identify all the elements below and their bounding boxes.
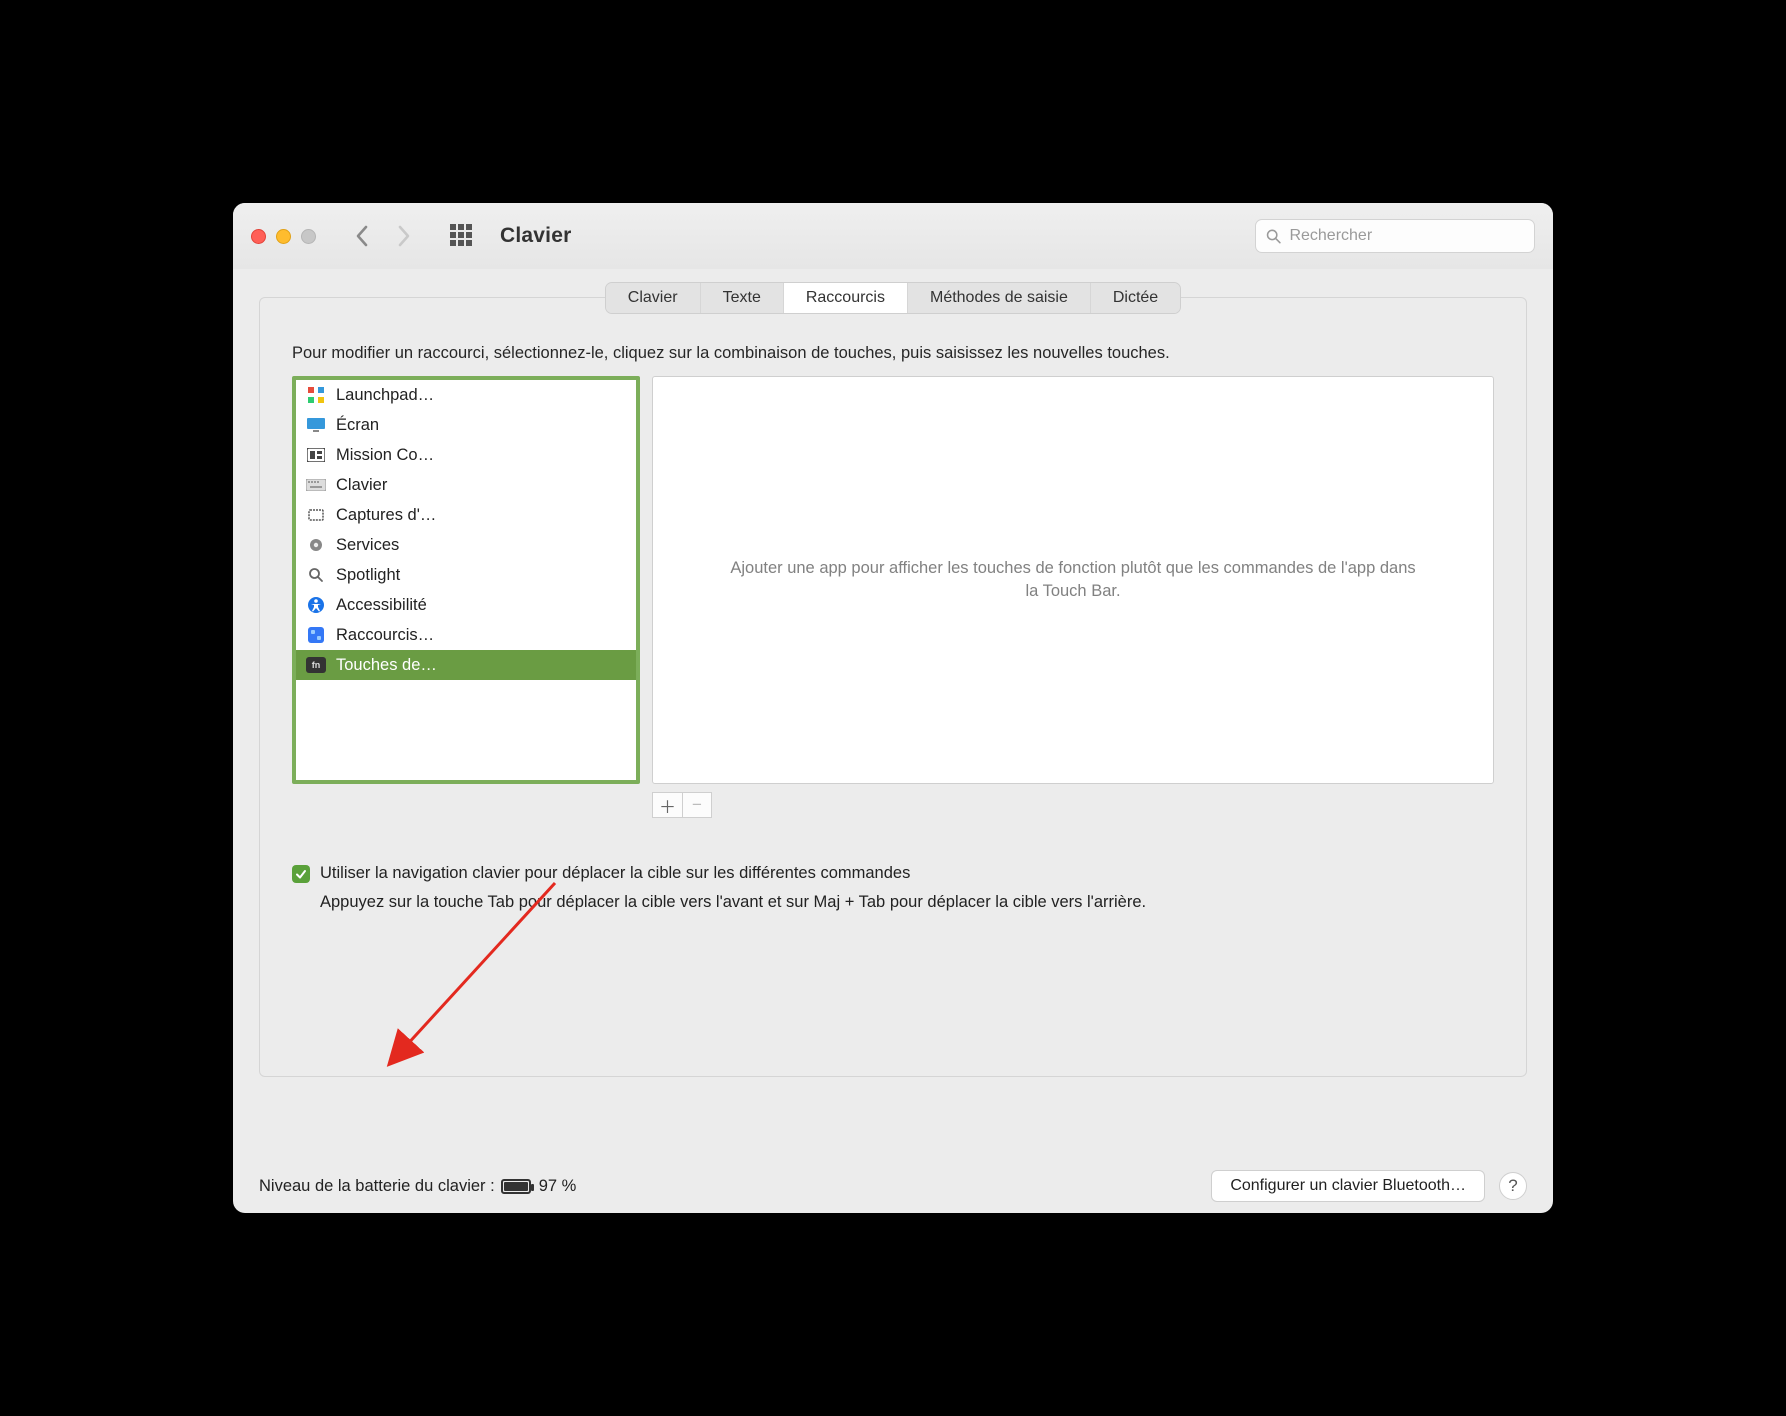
list-item-label: Clavier [336,476,387,495]
list-item-mission[interactable]: Mission Co… [296,440,636,470]
screenshot-icon [306,505,326,525]
remove-button[interactable]: − [682,792,712,818]
back-button[interactable] [348,219,376,253]
empty-state-text: Ajouter une app pour afficher les touche… [723,557,1423,603]
toolbar: Clavier [233,203,1553,269]
list-item-launchpad[interactable]: Launchpad… [296,380,636,410]
display-icon [306,415,326,435]
minimize-button[interactable] [276,229,291,244]
battery-percent: 97 % [539,1177,577,1196]
instruction-text: Pour modifier un raccourci, sélectionnez… [292,342,1494,364]
shortcuts-icon [306,625,326,645]
preferences-window: Clavier Clavier Texte Raccourcis Méthode… [233,203,1553,1213]
list-item-label: Raccourcis… [336,626,434,645]
checkbox-help-text: Appuyez sur la touche Tab pour déplacer … [320,891,1350,913]
list-item-label: Accessibilité [336,596,427,615]
close-button[interactable] [251,229,266,244]
forward-button[interactable] [390,219,418,253]
search-icon [1266,228,1281,245]
keyboard-nav-checkbox[interactable] [292,865,310,883]
search-input[interactable] [1289,227,1524,245]
split-view: Launchpad… Écran Mission Co… Clavier [292,376,1494,784]
bluetooth-keyboard-button[interactable]: Configurer un clavier Bluetooth… [1211,1170,1485,1202]
zoom-button-disabled [301,229,316,244]
detail-pane: Ajouter une app pour afficher les touche… [652,376,1494,784]
help-button[interactable]: ? [1499,1172,1527,1200]
search-icon [306,565,326,585]
add-button[interactable]: ＋ [652,792,682,818]
category-list[interactable]: Launchpad… Écran Mission Co… Clavier [292,376,640,784]
window-title: Clavier [500,224,571,248]
list-item-label: Launchpad… [336,386,434,405]
mission-control-icon [306,445,326,465]
list-item-spotlight[interactable]: Spotlight [296,560,636,590]
list-item-label: Touches de… [336,656,437,675]
add-remove-buttons: ＋ − [652,792,1494,818]
list-item-raccourcis[interactable]: Raccourcis… [296,620,636,650]
list-item-accessibilite[interactable]: Accessibilité [296,590,636,620]
tabs: Clavier Texte Raccourcis Méthodes de sai… [260,282,1526,314]
tab-methodes[interactable]: Méthodes de saisie [908,283,1091,313]
battery-label: Niveau de la batterie du clavier : [259,1177,495,1196]
accessibility-icon [306,595,326,615]
fn-icon: fn [306,657,326,673]
content-area: Clavier Texte Raccourcis Méthodes de sai… [233,269,1553,1159]
show-all-icon[interactable] [450,224,474,248]
list-item-label: Mission Co… [336,446,434,465]
list-item-label: Services [336,536,399,555]
checkbox-label: Utiliser la navigation clavier pour dépl… [320,864,910,883]
footer: Niveau de la batterie du clavier : 97 % … [233,1159,1553,1213]
list-item-services[interactable]: Services [296,530,636,560]
tab-raccourcis[interactable]: Raccourcis [784,283,908,313]
list-item-label: Captures d'… [336,506,436,525]
tab-bar: Clavier Texte Raccourcis Méthodes de sai… [605,282,1181,314]
keyboard-nav-option: Utiliser la navigation clavier pour dépl… [292,864,1494,913]
prefs-panel: Clavier Texte Raccourcis Méthodes de sai… [259,297,1527,1077]
tab-dictee[interactable]: Dictée [1091,283,1180,313]
battery-icon [501,1179,531,1194]
search-field[interactable] [1255,219,1535,253]
tab-texte[interactable]: Texte [701,283,784,313]
list-item-captures[interactable]: Captures d'… [296,500,636,530]
tab-clavier[interactable]: Clavier [606,283,701,313]
list-item-touches-fn[interactable]: fn Touches de… [296,650,636,680]
keyboard-icon [306,475,326,495]
launchpad-icon [306,385,326,405]
checkmark-icon [295,868,307,880]
list-item-label: Spotlight [336,566,400,585]
gear-icon [306,535,326,555]
list-item-ecran[interactable]: Écran [296,410,636,440]
list-item-clavier[interactable]: Clavier [296,470,636,500]
list-item-label: Écran [336,416,379,435]
window-controls [251,229,316,244]
